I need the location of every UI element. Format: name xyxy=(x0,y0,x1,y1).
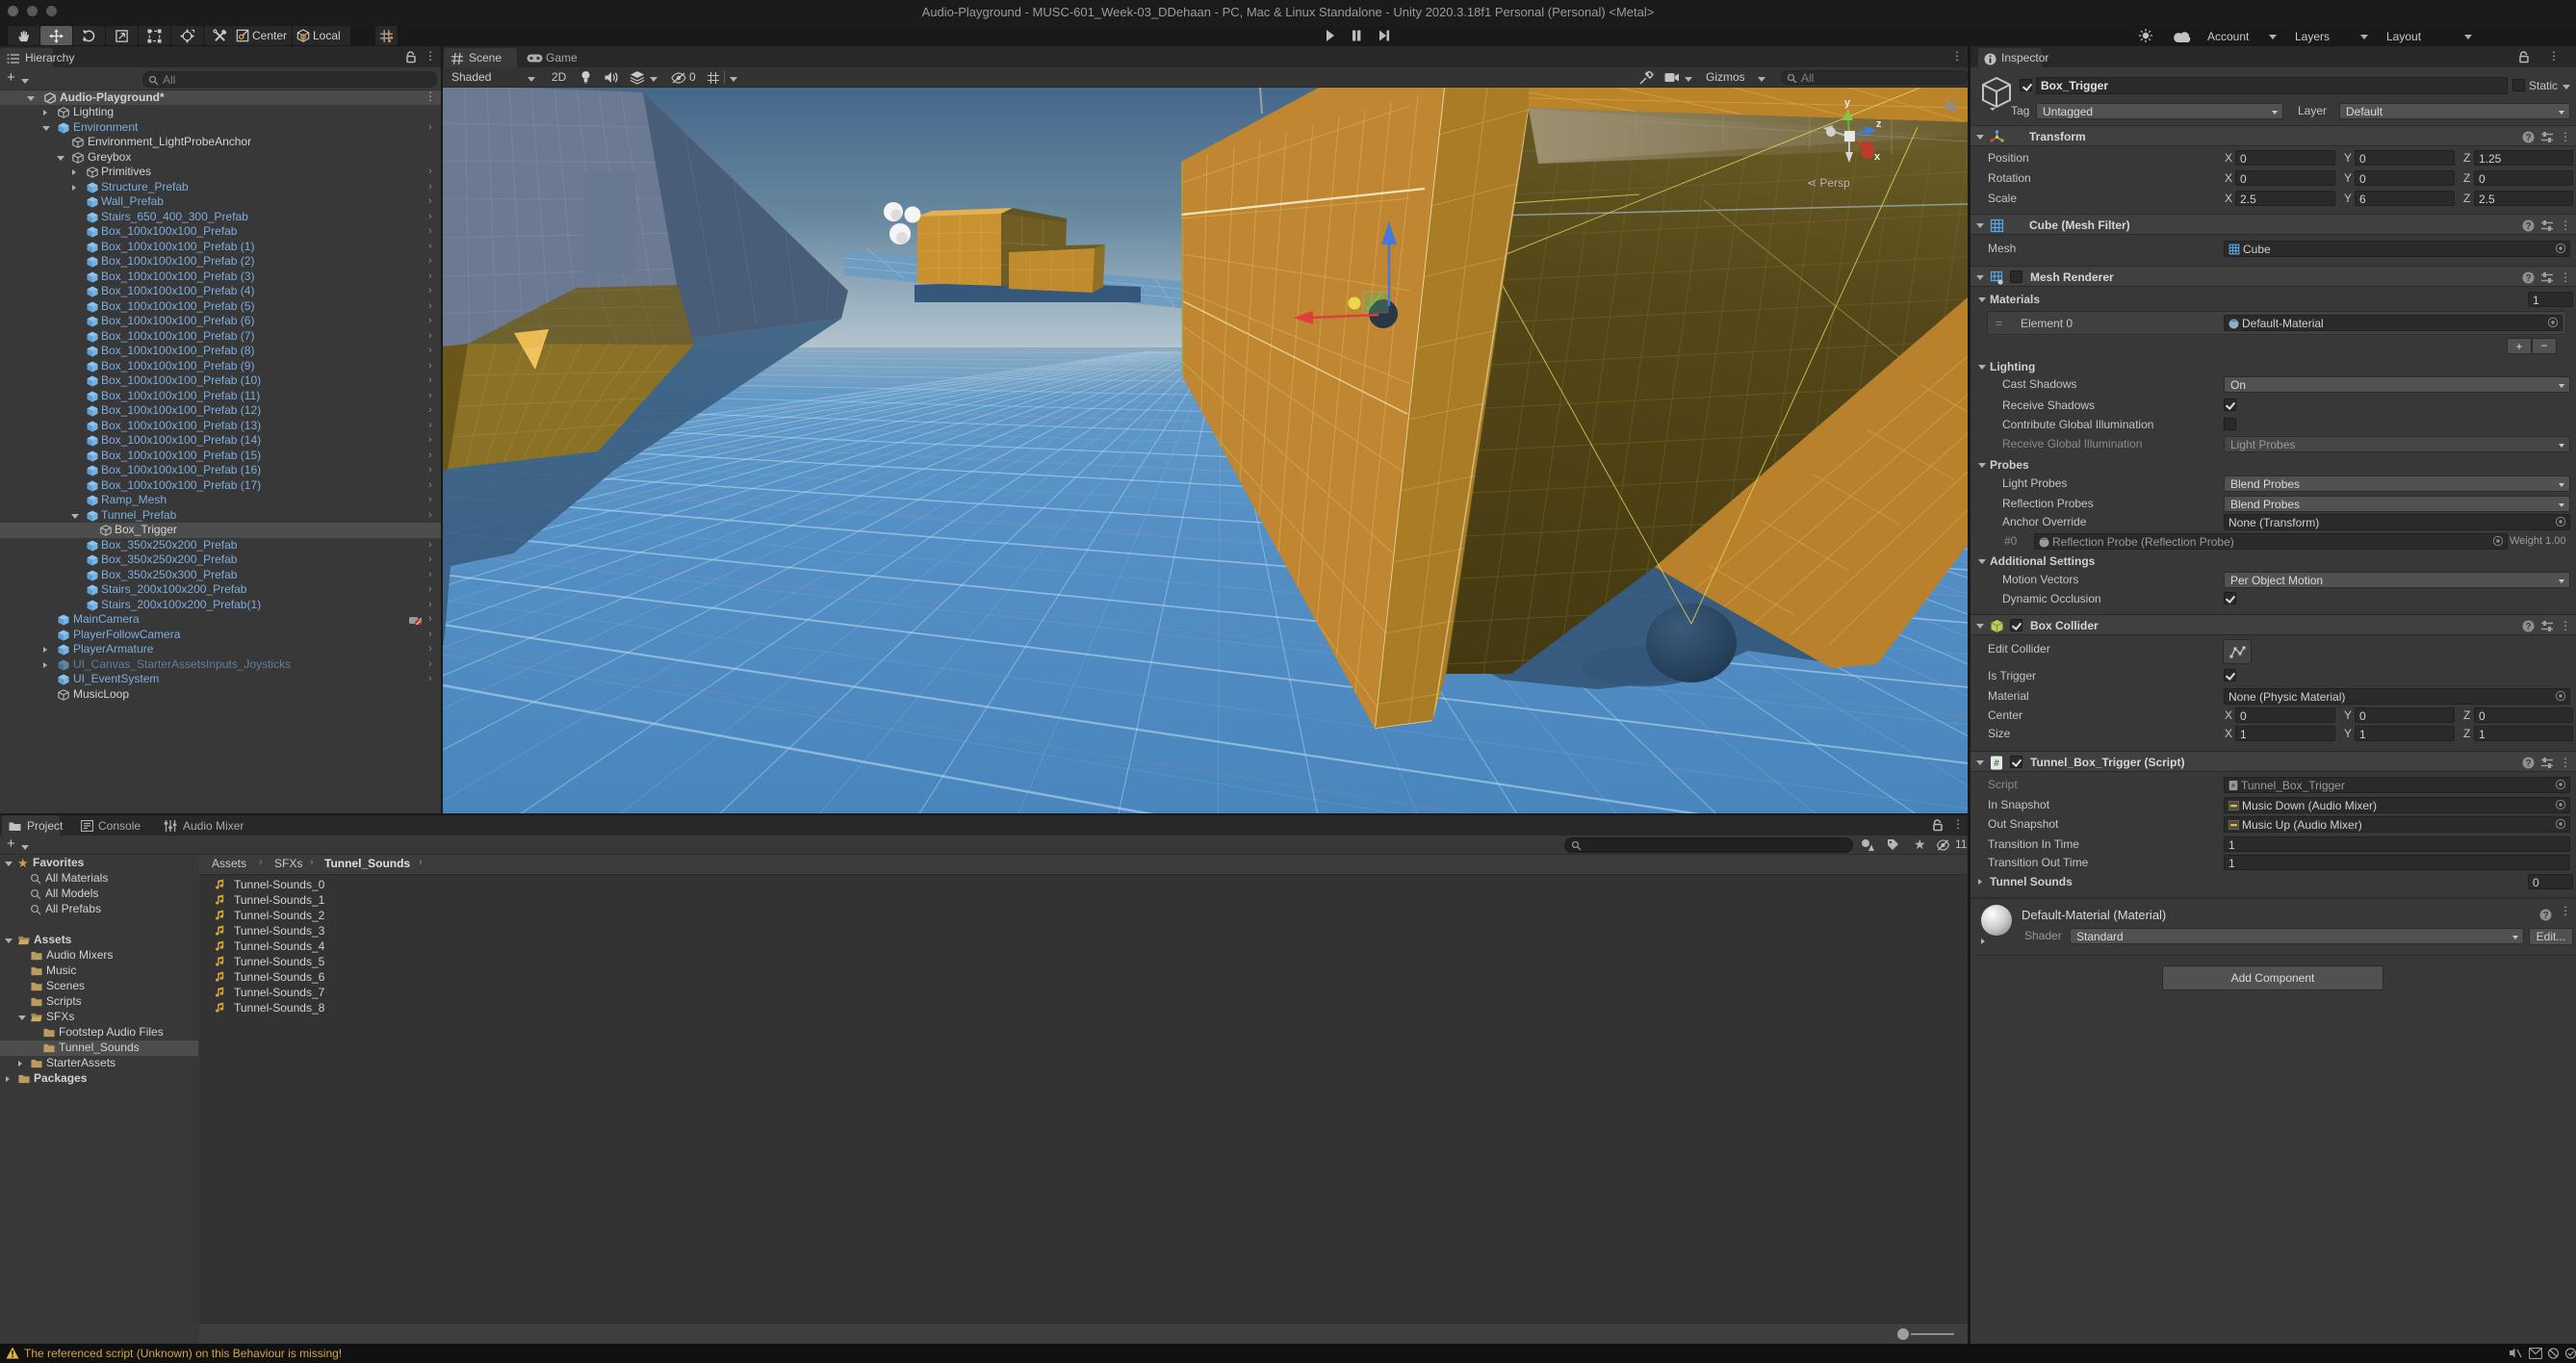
svg-text:?: ? xyxy=(2525,133,2531,143)
svg-text:?: ? xyxy=(2525,273,2531,284)
svg-text:?: ? xyxy=(2525,759,2531,769)
svg-text:⋖ Persp: ⋖ Persp xyxy=(1807,176,1850,190)
svg-text:z: z xyxy=(1876,118,1882,130)
svg-text:x: x xyxy=(1874,151,1881,163)
svg-text:?: ? xyxy=(2525,622,2531,632)
svg-text:#: # xyxy=(2231,783,2235,790)
svg-text:?: ? xyxy=(2542,911,2548,921)
svg-text:?: ? xyxy=(2525,221,2531,232)
svg-text:#: # xyxy=(1994,759,1999,769)
svg-text:y: y xyxy=(1844,97,1851,109)
